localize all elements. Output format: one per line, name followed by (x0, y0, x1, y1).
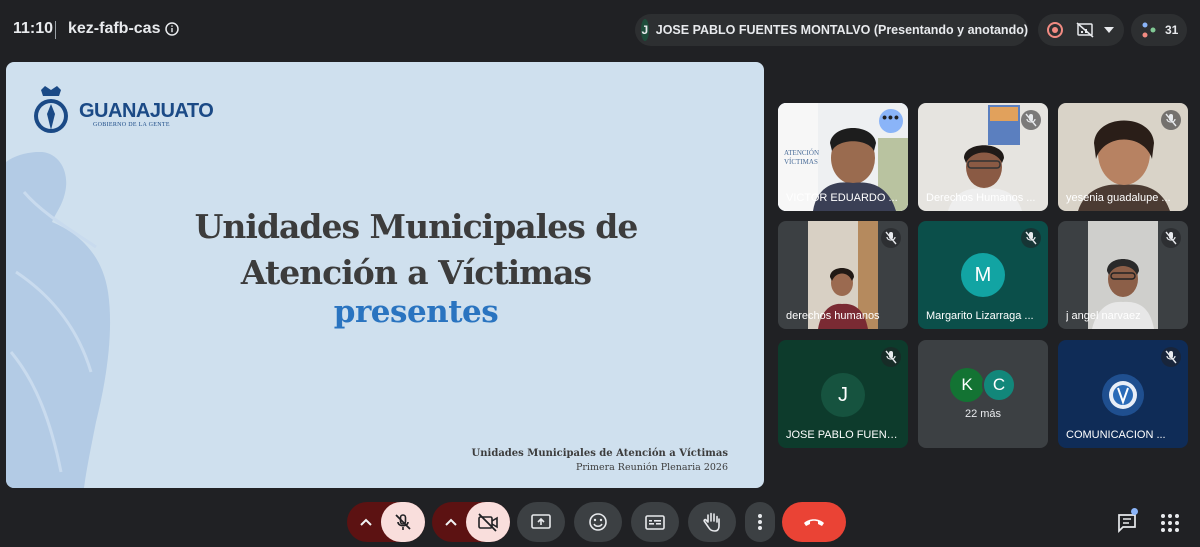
participant-name: j angel narvaez (1066, 310, 1141, 322)
slide-title: Unidades Municipales de Atención a Vícti… (156, 204, 676, 296)
present-screen-icon (531, 514, 551, 529)
participant-tile[interactable]: ATENCIÓN VÍCTIMAS ••• VICTOR EDUARDO ... (778, 103, 908, 211)
chat-notification-badge (1131, 508, 1138, 515)
mic-off-icon (1161, 347, 1181, 367)
mic-off-icon (1161, 110, 1181, 130)
participant-name: JOSE PABLO FUENTES ... (786, 429, 900, 441)
end-call-icon (804, 519, 824, 526)
svg-text:VÍCTIMAS: VÍCTIMAS (784, 158, 818, 166)
participant-avatar: K (950, 368, 984, 402)
slide-title-accent: presentes (333, 294, 499, 330)
camera-toggle-button[interactable] (466, 502, 510, 542)
mic-off-icon (881, 228, 901, 248)
mic-off-icon (881, 347, 901, 367)
participant-tile[interactable]: derechos humanos (778, 221, 908, 329)
mic-off-icon (395, 514, 411, 530)
header-divider (55, 21, 56, 39)
slide-title-line-2: Atención a Víctimas (240, 253, 592, 292)
meeting-code: kez-fafb-cas (68, 20, 161, 37)
mic-toggle-button[interactable] (381, 502, 425, 542)
presentation-slide: GUANAJUATO GOBIERNO DE LA GENTE Unidades… (6, 62, 764, 488)
participant-tile[interactable]: J JOSE PABLO FUENTES ... (778, 340, 908, 448)
svg-text:ATENCIÓN: ATENCIÓN (784, 149, 819, 157)
emoji-icon (589, 513, 607, 531)
clock-time: 11:10 (13, 20, 54, 37)
participant-tile[interactable]: M Margarito Lizarraga ... (918, 221, 1048, 329)
camera-control (432, 502, 510, 542)
people-icon (1142, 22, 1156, 38)
chevron-up-icon[interactable] (359, 516, 373, 528)
more-participants-label: 22 más (964, 408, 1002, 420)
logo-subtext: GOBIERNO DE LA GENTE (93, 122, 170, 128)
top-bar: 11:10 kez-fafb-cas J JOSE PABLO FUENTES … (0, 0, 1200, 60)
participant-tile[interactable]: COMUNICACION ... (1058, 340, 1188, 448)
participant-name: COMUNICACION ... (1066, 429, 1166, 441)
captions-button[interactable] (631, 502, 679, 542)
chevron-up-icon[interactable] (444, 516, 458, 528)
justice-statue-watermark (6, 152, 111, 488)
leave-call-button[interactable] (782, 502, 846, 542)
participant-avatar: C (982, 368, 1016, 402)
logo-text: GUANAJUATO (79, 100, 214, 122)
raise-hand-button[interactable] (688, 502, 736, 542)
presenter-avatar: J (641, 19, 649, 41)
slide-footer-subtitle: Primera Reunión Plenaria 2026 (575, 462, 728, 473)
more-participants-tile[interactable]: K C 22 más (918, 340, 1048, 448)
participant-tile[interactable]: Derechos Humanos ... (918, 103, 1048, 211)
participant-tile[interactable]: yesenia guadalupe ... (1058, 103, 1188, 211)
camera-off-icon (478, 513, 498, 532)
chat-icon[interactable] (1116, 512, 1138, 534)
participant-tile[interactable]: j angel narvaez (1058, 221, 1188, 329)
presenter-label: JOSE PABLO FUENTES MONTALVO (Presentando… (655, 23, 1028, 37)
participant-count: 31 (1165, 23, 1179, 37)
guanajuato-emblem-icon (34, 86, 68, 133)
participant-name: derechos humanos (786, 310, 880, 322)
participant-name: yesenia guadalupe ... (1066, 192, 1171, 204)
recording-controls[interactable] (1038, 14, 1124, 46)
slide-footer-title: Unidades Municipales de Atención a Vícti… (471, 448, 728, 459)
mic-off-icon (1021, 110, 1041, 130)
mic-control (347, 502, 425, 542)
participant-name: VICTOR EDUARDO ... (786, 192, 898, 204)
organization-logo-icon (1102, 374, 1144, 416)
reactions-button[interactable] (574, 502, 622, 542)
recording-icon (1047, 22, 1063, 38)
participant-name: Margarito Lizarraga ... (926, 310, 1034, 322)
mic-off-icon (1161, 228, 1181, 248)
presenter-indicator[interactable]: J JOSE PABLO FUENTES MONTALVO (Presentan… (635, 14, 1028, 46)
info-icon[interactable] (165, 22, 179, 36)
participant-name: Derechos Humanos ... (926, 192, 1036, 204)
present-button[interactable] (517, 502, 565, 542)
chevron-down-icon (1104, 27, 1114, 33)
participant-avatar: J (821, 373, 865, 417)
more-options-button[interactable] (745, 502, 775, 542)
slide-title-line-1: Unidades Municipales de (194, 207, 639, 246)
raise-hand-icon (703, 512, 720, 532)
mic-off-icon (1021, 228, 1041, 248)
more-vert-icon (758, 514, 762, 530)
captions-icon (645, 515, 665, 530)
more-options-icon[interactable]: ••• (879, 109, 903, 133)
participant-avatar: M (961, 253, 1005, 297)
apps-grid-icon[interactable] (1159, 512, 1181, 534)
sharing-disabled-icon (1076, 22, 1094, 38)
people-button[interactable]: 31 (1131, 14, 1187, 46)
